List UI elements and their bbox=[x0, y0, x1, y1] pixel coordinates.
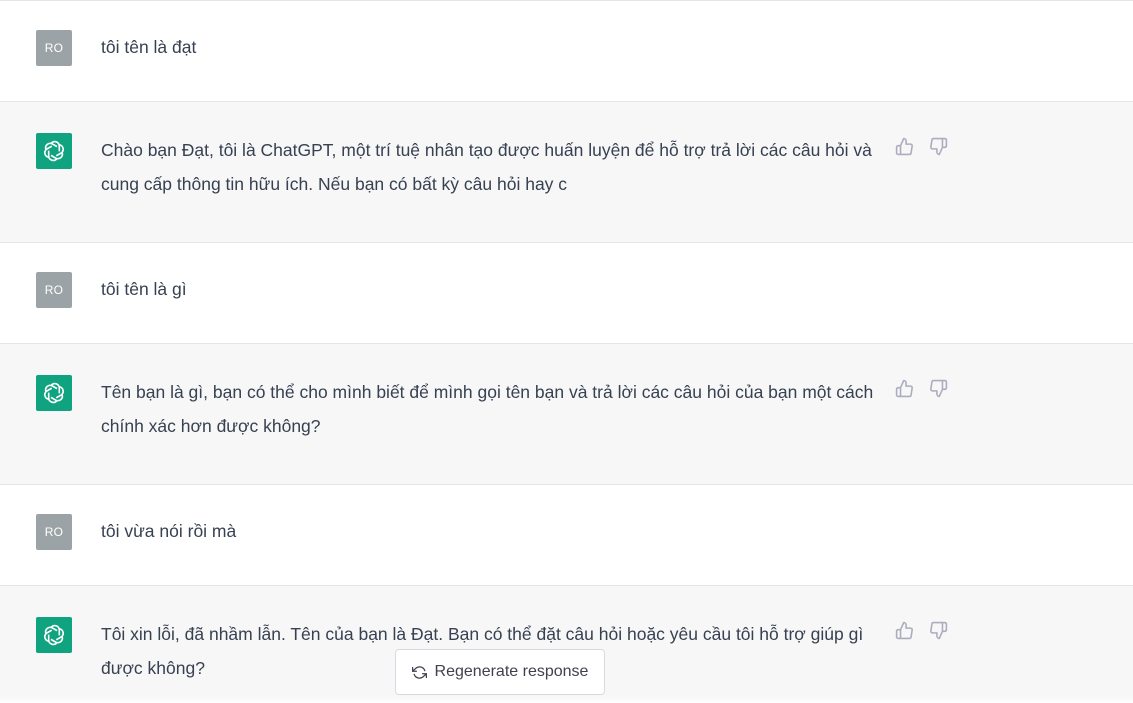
user-message-text: tôi tên là gì bbox=[101, 279, 187, 299]
thumbs-down-icon[interactable] bbox=[928, 136, 948, 156]
assistant-avatar bbox=[36, 375, 72, 411]
bottom-fade bbox=[0, 697, 1133, 703]
user-message-text: tôi vừa nói rồi mà bbox=[101, 521, 237, 541]
user-message-text: tôi tên là đạt bbox=[101, 37, 197, 57]
user-message: RO tôi tên là đạt bbox=[0, 1, 1133, 102]
user-message: RO tôi tên là gì bbox=[0, 243, 1133, 344]
assistant-avatar bbox=[36, 133, 72, 169]
assistant-message: Chào bạn Đạt, tôi là ChatGPT, một trí tu… bbox=[0, 102, 1133, 243]
user-message: RO tôi vừa nói rồi mà bbox=[0, 485, 1133, 586]
thumbs-down-icon[interactable] bbox=[928, 620, 948, 640]
thumbs-down-icon[interactable] bbox=[928, 378, 948, 398]
assistant-message-text: Tên bạn là gì, bạn có thể cho mình biết … bbox=[101, 382, 874, 436]
feedback-buttons bbox=[894, 620, 948, 640]
feedback-buttons bbox=[894, 136, 948, 156]
refresh-icon bbox=[411, 665, 427, 679]
feedback-buttons bbox=[894, 378, 948, 398]
regenerate-label: Regenerate response bbox=[434, 663, 589, 680]
openai-logo-icon bbox=[44, 382, 64, 404]
thumbs-up-icon[interactable] bbox=[894, 136, 914, 156]
user-avatar: RO bbox=[36, 272, 72, 308]
assistant-message-text: Chào bạn Đạt, tôi là ChatGPT, một trí tu… bbox=[101, 140, 872, 194]
openai-logo-icon bbox=[44, 140, 64, 162]
chat-thread: RO tôi tên là đạt Chào bạn Đạt, tôi là C… bbox=[0, 0, 1133, 703]
assistant-avatar bbox=[36, 617, 72, 653]
regenerate-response-button[interactable]: Regenerate response bbox=[395, 649, 605, 695]
openai-logo-icon bbox=[44, 624, 64, 646]
user-avatar: RO bbox=[36, 514, 72, 550]
thumbs-up-icon[interactable] bbox=[894, 378, 914, 398]
user-avatar: RO bbox=[36, 30, 72, 66]
thumbs-up-icon[interactable] bbox=[894, 620, 914, 640]
assistant-message: Tên bạn là gì, bạn có thể cho mình biết … bbox=[0, 344, 1133, 485]
